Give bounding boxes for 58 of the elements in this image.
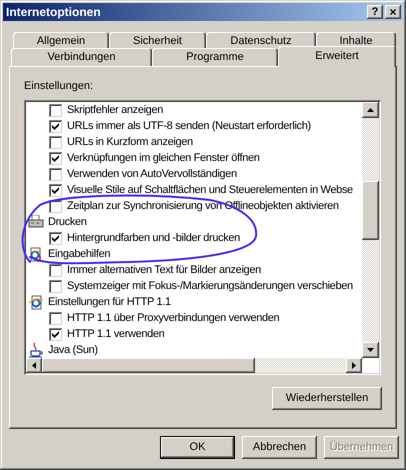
settings-list[interactable] bbox=[24, 100, 381, 375]
option-label: Verknüpfungen im gleichen Fenster öffnen bbox=[67, 150, 260, 166]
option-label: Skriptfehler anzeigen bbox=[67, 102, 163, 118]
scroll-thumb[interactable] bbox=[42, 358, 255, 373]
option-label: URLs in Kurzform anzeigen bbox=[67, 134, 193, 150]
checkbox[interactable] bbox=[49, 280, 62, 292]
checkbox[interactable] bbox=[49, 232, 62, 244]
tab[interactable]: Sicherheit bbox=[109, 32, 206, 50]
checkbox[interactable] bbox=[49, 136, 62, 148]
category-label: Eingabehilfen bbox=[48, 246, 110, 262]
category-label: Einstellungen für HTTP 1.1 bbox=[48, 294, 171, 310]
check-icon bbox=[52, 330, 59, 338]
category-label: Drucken bbox=[48, 214, 87, 230]
checkbox[interactable] bbox=[49, 264, 62, 276]
option-label: Visuelle Stile auf Schaltflächen und Steuerelementen in Webse bbox=[67, 182, 353, 198]
tab[interactable]: Erweitert bbox=[278, 46, 396, 67]
globe-document-icon bbox=[28, 294, 44, 310]
option-label: HTTP 1.1 verwenden bbox=[67, 326, 164, 342]
coffee-cup-icon bbox=[28, 342, 44, 358]
printer-icon bbox=[28, 215, 44, 229]
scroll-up-button[interactable] bbox=[362, 102, 379, 118]
checkbox[interactable] bbox=[49, 152, 62, 164]
down-arrow-icon bbox=[367, 348, 374, 352]
option-label: Systemzeiger mit Fokus-/Markierungsänderungen verschieben bbox=[67, 278, 353, 294]
vertical-scrollbar[interactable] bbox=[362, 102, 379, 358]
option-label: Immer alternativen Text für Bilder anzeigen bbox=[67, 262, 261, 278]
restore-button[interactable]: Wiederherstellen bbox=[272, 387, 382, 410]
checkbox[interactable] bbox=[49, 120, 62, 132]
option-label: Verwenden von AutoVervollständigen bbox=[67, 166, 237, 182]
checkbox[interactable] bbox=[49, 184, 62, 196]
tab[interactable]: Verbindungen bbox=[11, 48, 152, 66]
dialog-button[interactable]: OK bbox=[160, 436, 235, 459]
up-arrow-icon bbox=[367, 108, 374, 112]
checkbox[interactable] bbox=[49, 168, 62, 180]
category-label: Java (Sun) bbox=[48, 342, 98, 358]
check-icon bbox=[52, 122, 59, 130]
scroll-left-button[interactable] bbox=[26, 358, 42, 373]
option-label: Hintergrundfarben und -bilder drucken bbox=[67, 230, 240, 246]
check-icon bbox=[52, 154, 59, 162]
option-label: URLs immer als UTF-8 senden (Neustart erforderlich) bbox=[67, 118, 311, 134]
dialog-button[interactable]: Abbrechen bbox=[242, 436, 317, 459]
scroll-down-button[interactable] bbox=[362, 342, 379, 358]
tab[interactable]: Programme bbox=[152, 48, 278, 66]
checkbox[interactable] bbox=[49, 328, 62, 340]
help-button[interactable]: ? bbox=[367, 5, 383, 19]
settings-label: Einstellungen: bbox=[24, 80, 94, 93]
scroll-thumb[interactable] bbox=[362, 181, 379, 240]
left-arrow-icon bbox=[32, 362, 36, 369]
checkbox[interactable] bbox=[49, 312, 62, 324]
window-title: Internetoptionen bbox=[6, 4, 101, 21]
scroll-right-button[interactable] bbox=[346, 358, 362, 373]
horizontal-scrollbar[interactable] bbox=[26, 358, 362, 373]
close-button[interactable]: × bbox=[385, 5, 401, 19]
check-icon bbox=[52, 186, 59, 194]
right-arrow-icon bbox=[352, 362, 356, 369]
checkbox[interactable] bbox=[49, 104, 62, 116]
option-label: HTTP 1.1 über Proxyverbindungen verwenden bbox=[67, 310, 280, 326]
check-icon bbox=[52, 234, 59, 242]
